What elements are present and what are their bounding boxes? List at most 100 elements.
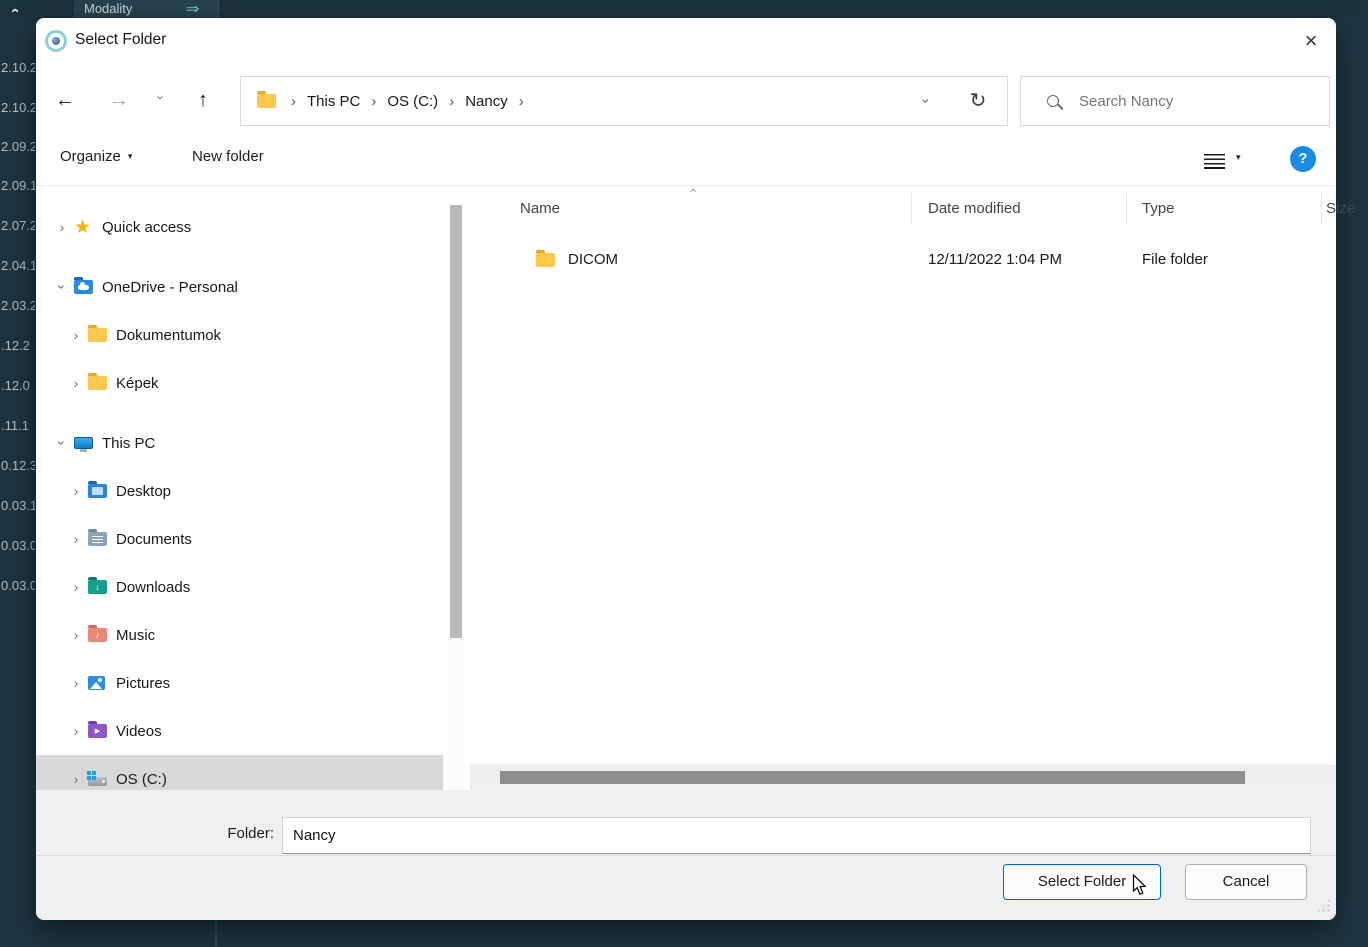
chevron-right-icon[interactable]: › — [64, 675, 88, 691]
screen: › Modality ⇒ 2.10.2 2.10.2 2.09.2 2.09.1… — [0, 0, 1368, 947]
breadcrumb-nancy[interactable]: Nancy — [459, 87, 514, 116]
background-timestamp: 0.03.0 — [1, 578, 35, 593]
sidebar-item-kepek[interactable]: › Képek — [36, 359, 443, 407]
refresh-button[interactable]: ↻ — [963, 85, 993, 117]
sidebar-item-label: Képek — [116, 375, 159, 392]
sort-ascending-icon: › — [690, 183, 694, 198]
dialog-titlebar: Select Folder × — [36, 18, 1336, 64]
chevron-right-icon[interactable]: › — [64, 375, 88, 391]
mouse-cursor — [1132, 874, 1148, 896]
sidebar-item-label: Music — [116, 627, 155, 644]
sidebar-item-dokumentumok[interactable]: › Dokumentumok — [36, 311, 443, 359]
background-timestamp: .12.2 — [1, 338, 35, 353]
back-button[interactable]: ← — [48, 82, 82, 120]
folder-icon — [536, 253, 555, 267]
tree-scrollbar[interactable] — [449, 205, 463, 793]
file-type: File folder — [1142, 251, 1208, 268]
sidebar-item-music[interactable]: › ♪ Music — [36, 611, 443, 659]
background-timestamp: 2.04.1 — [1, 258, 35, 273]
column-header-type[interactable]: Type — [1142, 200, 1175, 217]
footer-divider — [36, 855, 1336, 856]
file-name: DICOM — [568, 251, 618, 268]
breadcrumb-os-c[interactable]: OS (C:) — [381, 87, 444, 116]
chevron-right-icon[interactable]: › — [64, 531, 88, 547]
file-date-modified: 12/11/2022 1:04 PM — [928, 251, 1062, 268]
up-button[interactable]: ↑ — [186, 82, 220, 120]
chevron-down-icon[interactable]: › — [54, 275, 70, 299]
pictures-icon — [88, 676, 105, 690]
play-icon: ▶ — [88, 724, 107, 738]
list-scrollbar-thumb[interactable] — [500, 771, 1245, 784]
sidebar-item-label: Videos — [116, 723, 162, 740]
view-mode-caret[interactable]: ▾ — [1236, 152, 1241, 163]
sidebar-item-this-pc[interactable]: › This PC — [36, 419, 443, 467]
drive-icon — [88, 777, 107, 786]
caret-down-icon: ▾ — [128, 151, 133, 161]
help-button[interactable]: ? — [1290, 146, 1316, 172]
chevron-right-icon[interactable]: › — [64, 771, 88, 787]
forward-button[interactable]: → — [102, 82, 136, 120]
breadcrumb-this-pc[interactable]: This PC — [301, 87, 366, 116]
new-folder-button[interactable]: New folder — [192, 148, 264, 165]
folder-icon — [88, 376, 107, 390]
sidebar-item-videos[interactable]: › ▶ Videos — [36, 707, 443, 755]
modality-column-label: Modality — [84, 1, 132, 16]
sidebar-item-label: Desktop — [116, 483, 171, 500]
sidebar-item-label: OS (C:) — [116, 771, 167, 788]
cancel-button[interactable]: Cancel — [1185, 864, 1307, 900]
address-dropdown-button[interactable]: › — [913, 88, 939, 114]
sidebar-item-quick-access[interactable]: › ★ Quick access — [36, 203, 443, 251]
desktop-folder-icon — [88, 484, 107, 498]
view-mode-icon[interactable] — [1204, 154, 1225, 169]
sidebar-item-downloads[interactable]: › ↓ Downloads — [36, 563, 443, 611]
column-divider[interactable] — [1126, 193, 1127, 225]
documents-folder-icon — [88, 532, 107, 546]
chevron-right-icon[interactable]: › — [64, 483, 88, 499]
computer-icon — [74, 437, 93, 449]
sidebar-item-label: Downloads — [116, 579, 190, 596]
chevron-down-icon[interactable]: › — [54, 431, 70, 455]
sidebar-item-label: Pictures — [116, 675, 170, 692]
search-box[interactable] — [1020, 76, 1330, 126]
address-bar[interactable]: › This PC › OS (C:) › Nancy › › ↻ — [240, 76, 1008, 126]
breadcrumb-chevron-icon: › — [514, 93, 529, 110]
sidebar-item-documents[interactable]: › Documents — [36, 515, 443, 563]
list-horizontal-scrollbar[interactable] — [470, 764, 1336, 791]
sidebar-item-desktop[interactable]: › Desktop — [36, 467, 443, 515]
column-header-date-modified[interactable]: Date modified — [928, 200, 1021, 217]
column-header-size[interactable]: Size — [1326, 200, 1355, 217]
sidebar-item-label: This PC — [102, 435, 155, 452]
sidebar-item-label: Quick access — [102, 219, 191, 236]
app-icon — [45, 30, 67, 52]
folder-field-label: Folder: — [186, 825, 274, 842]
column-divider[interactable] — [911, 193, 912, 225]
select-folder-dialog: Select Folder × ← → › ↑ › This PC › OS (… — [36, 18, 1336, 920]
chevron-right-icon[interactable]: › — [64, 327, 88, 343]
folder-name-input[interactable] — [282, 817, 1311, 854]
column-header-name[interactable]: Name — [520, 200, 560, 217]
chevron-right-icon[interactable]: › — [50, 219, 74, 235]
search-input[interactable] — [1079, 93, 1329, 110]
breadcrumb-chevron-icon: › — [366, 93, 381, 110]
chevron-right-icon[interactable]: › — [64, 579, 88, 595]
double-arrow-icon: ⇒ — [186, 0, 199, 19]
organize-button[interactable]: Organize▾ — [60, 148, 132, 165]
sidebar-item-onedrive[interactable]: › OneDrive - Personal — [36, 263, 443, 311]
file-row-dicom[interactable]: DICOM 12/11/2022 1:04 PM File folder — [470, 244, 1336, 276]
resize-grip[interactable] — [1316, 898, 1331, 913]
sidebar-item-label: OneDrive - Personal — [102, 279, 238, 296]
dialog-toolbar: Organize▾ New folder ▾ ? — [36, 134, 1336, 186]
background-timestamp: .12.0 — [1, 378, 35, 393]
search-icon — [1047, 95, 1059, 107]
chevron-up-icon: › — [685, 188, 700, 192]
sidebar-item-pictures[interactable]: › Pictures — [36, 659, 443, 707]
close-button[interactable]: × — [1288, 26, 1334, 58]
column-divider[interactable] — [1321, 193, 1322, 225]
chevron-right-icon[interactable]: › — [64, 723, 88, 739]
sidebar-item-os-c[interactable]: › OS (C:) — [36, 755, 443, 793]
tree-scrollbar-thumb[interactable] — [450, 205, 462, 638]
recent-locations-chevron[interactable]: › — [150, 90, 172, 114]
background-timestamp: .11.1 — [1, 418, 35, 433]
chevron-right-icon[interactable]: › — [64, 627, 88, 643]
chevron-down-icon: › — [913, 99, 939, 104]
